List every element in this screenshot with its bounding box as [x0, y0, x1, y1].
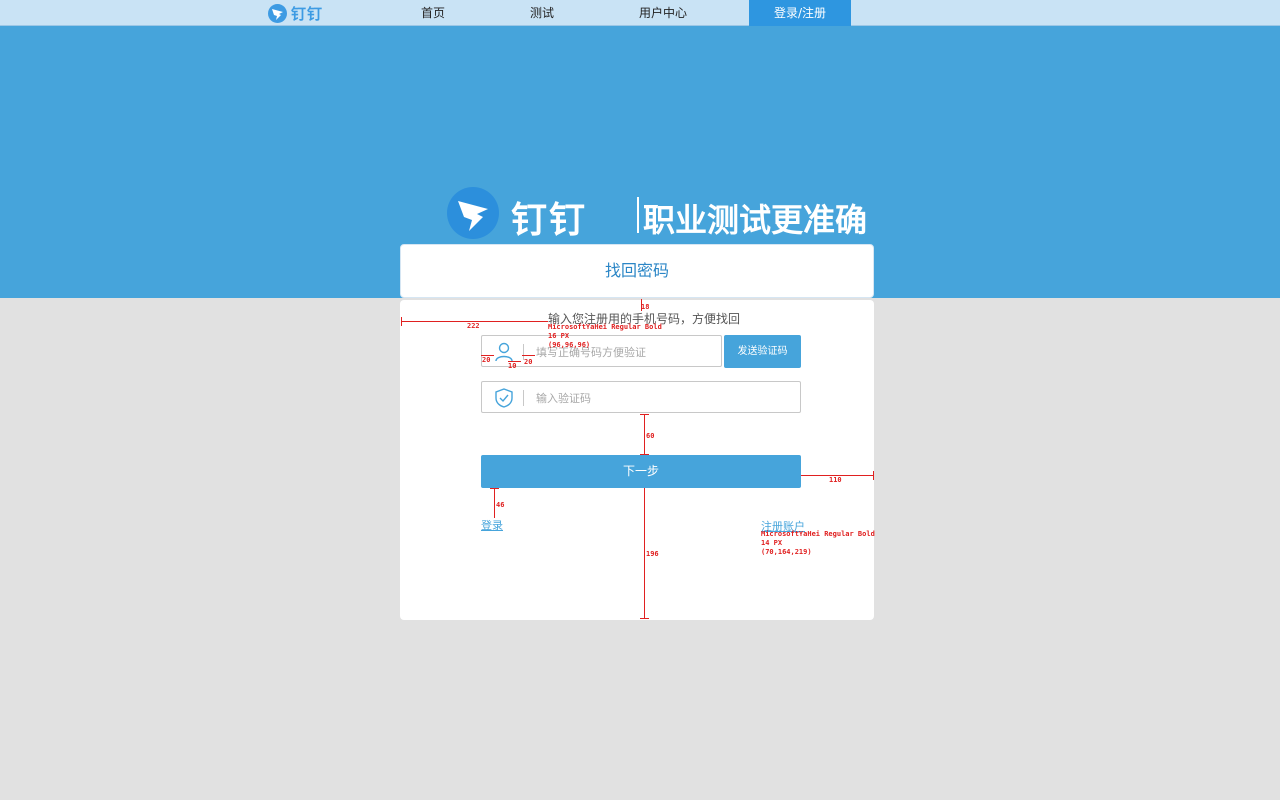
annotation-label: (70,164,219) — [761, 548, 812, 556]
annotation-label: (96,96,96) — [548, 341, 591, 349]
brand-slogan: 职业测试更准确 — [643, 201, 868, 239]
annotation-line — [494, 488, 495, 518]
annotation-tick — [873, 471, 874, 480]
annotation-tick — [640, 414, 649, 415]
page-title: 找回密码 — [604, 261, 669, 280]
annotation-label: 18 — [641, 303, 650, 311]
phone-input-box[interactable] — [481, 335, 722, 367]
brand-divider — [637, 197, 639, 233]
annotation-line — [522, 355, 535, 356]
top-nav: 钉钉 首页 测试 用户中心 登录/注册 — [0, 0, 1280, 26]
dingtalk-brand-icon — [447, 187, 499, 239]
annotation-label: 196 — [646, 550, 659, 558]
annotation-tick — [490, 488, 499, 489]
login-link[interactable]: 登录 — [481, 517, 503, 533]
input-divider — [523, 390, 524, 406]
annotation-label: 222 — [467, 322, 480, 330]
annotation-label: 20 — [524, 358, 533, 366]
code-input-box[interactable] — [481, 381, 801, 413]
annotation-tick — [401, 317, 402, 326]
next-step-button[interactable]: 下一步 — [481, 455, 801, 488]
user-icon — [495, 342, 513, 362]
annotation-label: 16 PX — [548, 332, 570, 340]
annotation-label: 110 — [829, 476, 842, 484]
annotation-label: 10 — [508, 362, 517, 370]
annotation-label: MicrosoftYaHei Regular Bold — [548, 323, 662, 331]
annotation-tick — [640, 454, 649, 455]
nav-logo-text: 钉钉 — [291, 4, 324, 23]
dingtalk-logo-icon — [268, 3, 287, 23]
send-code-button[interactable]: 发送验证码 — [724, 335, 801, 368]
annotation-label: 46 — [496, 501, 505, 509]
annotation-label: 14 PX — [761, 539, 783, 547]
code-input[interactable] — [534, 387, 708, 409]
nav-home[interactable]: 首页 — [398, 0, 468, 26]
annotation-line — [644, 414, 645, 455]
nav-user-center[interactable]: 用户中心 — [628, 0, 698, 26]
shield-check-icon — [495, 388, 513, 408]
annotation-label: MicrosoftYaHei Regular Bold — [761, 530, 875, 538]
annotation-tick — [640, 618, 649, 619]
nav-logo[interactable]: 钉钉 — [268, 3, 323, 23]
nav-login-register[interactable]: 登录/注册 — [749, 0, 851, 26]
annotation-label: 60 — [646, 432, 655, 440]
page-title-card: 找回密码 — [400, 244, 874, 298]
nav-test[interactable]: 测试 — [507, 0, 577, 26]
annotation-label: 20 — [482, 356, 491, 364]
brand-name: 钉钉 — [511, 200, 588, 241]
annotation-line — [644, 488, 645, 619]
